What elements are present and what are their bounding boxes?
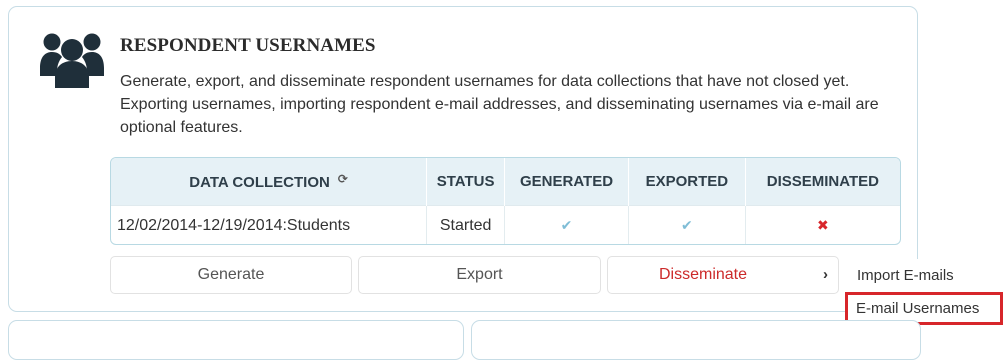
- cell-status: Started: [426, 204, 506, 244]
- next-card-left: [8, 320, 464, 360]
- export-button[interactable]: Export: [358, 256, 601, 294]
- disseminate-label: Disseminate: [658, 266, 748, 283]
- cross-icon: ✖: [817, 216, 829, 233]
- table-header-row: DATA COLLECTION ⟳ STATUS GENERATED EXPORT…: [111, 158, 900, 205]
- col-header-exported: EXPORTED: [628, 158, 746, 205]
- users-icon: [40, 33, 104, 88]
- menu-item-import-emails[interactable]: Import E-mails: [845, 259, 1003, 292]
- cell-generated: ✔: [504, 204, 629, 244]
- cell-disseminated: ✖: [745, 204, 900, 244]
- col-header-disseminated: DISSEMINATED: [766, 172, 879, 190]
- card-title: RESPONDENT USERNAMES: [120, 35, 376, 56]
- disseminate-submenu: Import E-mails E-mail Usernames: [845, 259, 1003, 325]
- col-header-status: STATUS: [426, 158, 506, 205]
- cell-data-collection: 12/02/2014-12/19/2014:Students: [111, 204, 428, 244]
- col-header-generated: GENERATED: [504, 158, 629, 205]
- cell-exported: ✔: [628, 204, 746, 244]
- table-row[interactable]: 12/02/2014-12/19/2014:Students Started ✔…: [111, 204, 900, 244]
- data-collection-table: DATA COLLECTION ⟳ STATUS GENERATED EXPORT…: [110, 157, 901, 245]
- check-icon: ✔: [560, 216, 573, 233]
- chevron-right-icon: ›: [823, 266, 828, 283]
- col-header-data-collection[interactable]: DATA COLLECTION ⟳: [111, 158, 428, 205]
- next-card-right: [471, 320, 921, 360]
- disseminate-button[interactable]: Disseminate ›: [607, 256, 839, 294]
- sort-refresh-icon[interactable]: ⟳: [338, 172, 348, 186]
- generate-button[interactable]: Generate: [110, 256, 352, 294]
- check-icon: ✔: [680, 216, 693, 233]
- card-description: Generate, export, and disseminate respon…: [120, 73, 879, 136]
- col-header-label: DATA COLLECTION: [189, 173, 330, 191]
